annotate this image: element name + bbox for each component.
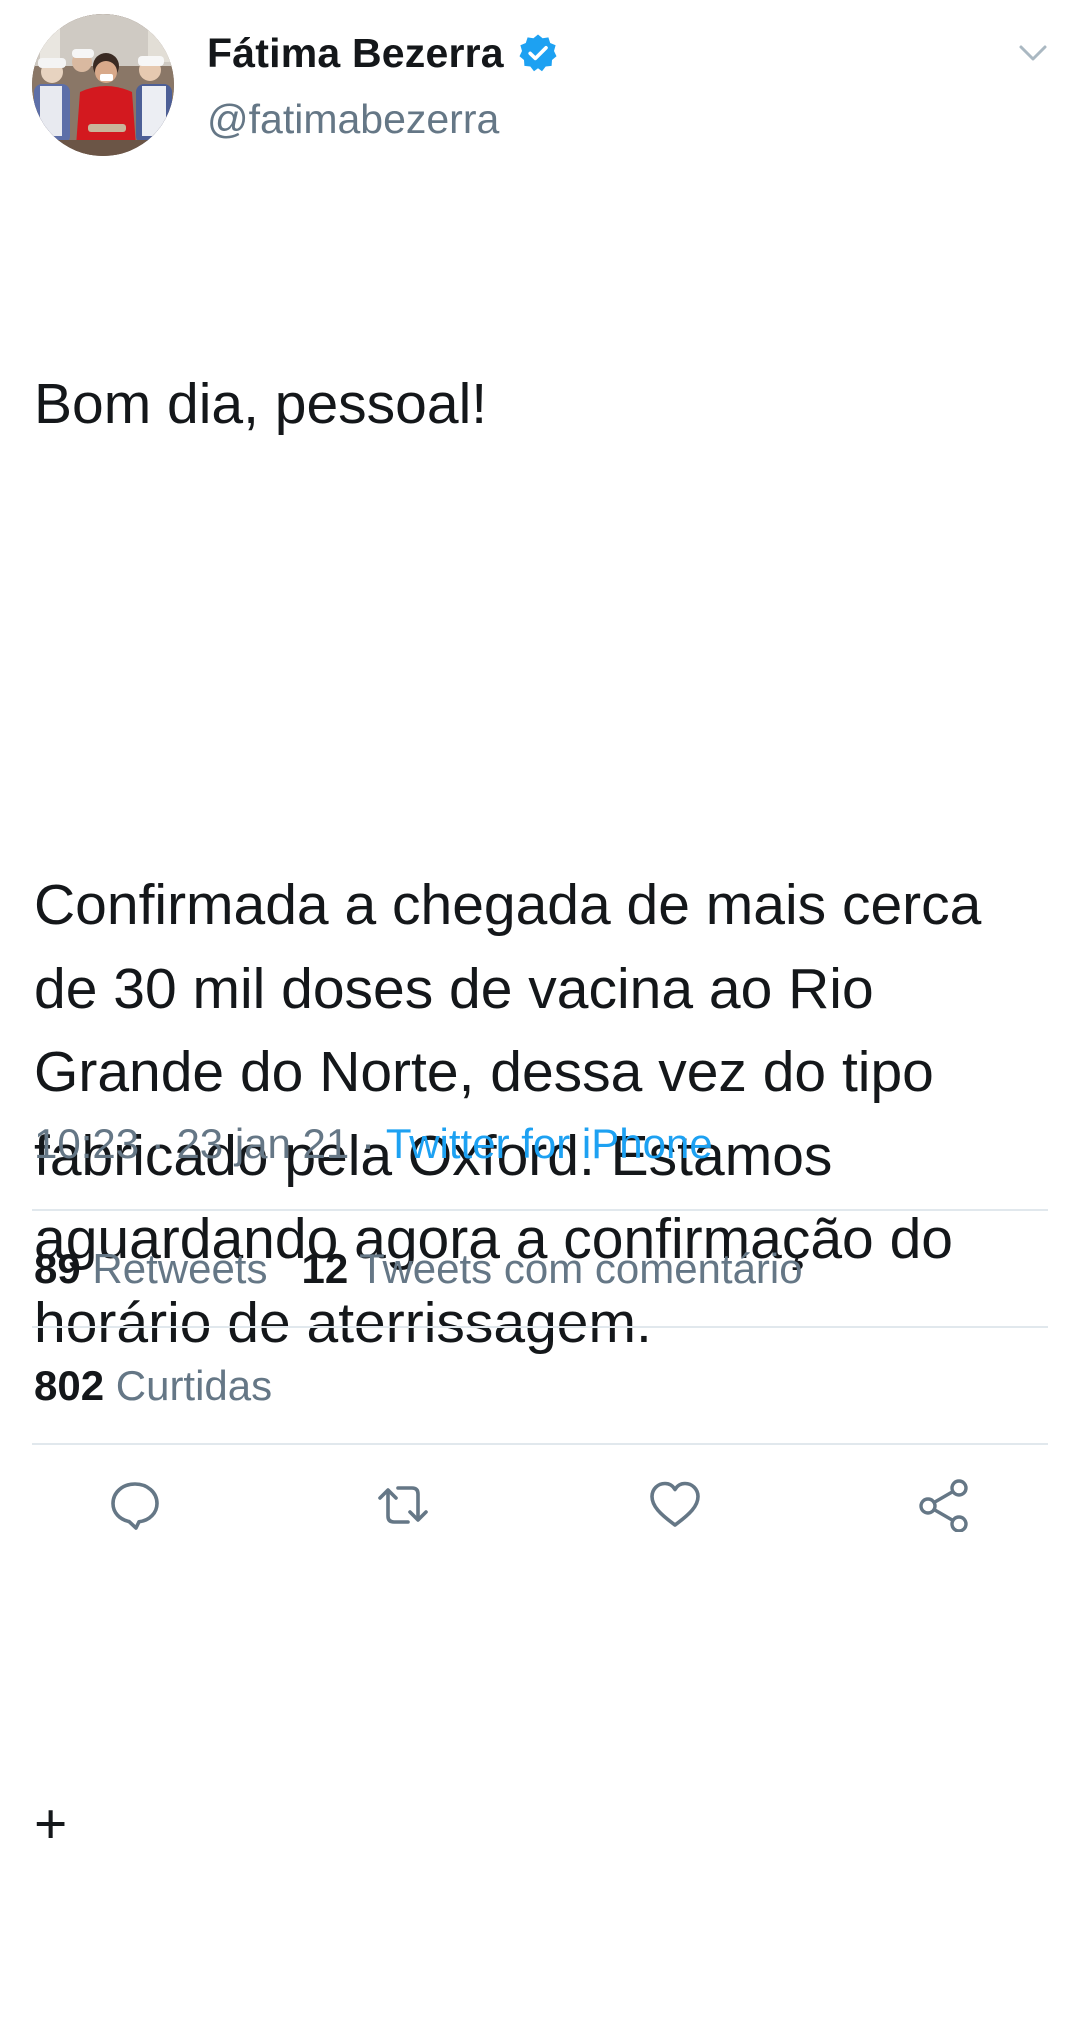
meta-separator: ·	[360, 1120, 375, 1167]
reply-icon[interactable]	[108, 1478, 162, 1532]
tweet-text: Bom dia, pessoal! Confirmada a chegada d…	[34, 196, 1054, 2033]
tweet-paragraph: Bom dia, pessoal!	[34, 372, 488, 436]
tweet-source-link[interactable]: Twitter for iPhone	[386, 1120, 713, 1167]
avatar[interactable]	[32, 14, 174, 156]
author-name-row[interactable]: Fátima Bezerra	[207, 26, 558, 80]
tweet-date: 23 jan 21	[176, 1120, 350, 1167]
author-display-name[interactable]: Fátima Bezerra	[207, 30, 504, 77]
tweet-time: 10:23	[34, 1120, 140, 1167]
retweets-stat[interactable]: 89 Retweets	[34, 1245, 267, 1292]
quote-tweets-stat[interactable]: 12 Tweets com comentário	[301, 1245, 802, 1292]
tweet-detail: Fátima Bezerra @fatimabezerra Bom dia, p…	[0, 0, 1080, 1856]
heart-icon[interactable]	[648, 1478, 702, 1532]
verified-badge-icon	[518, 33, 558, 73]
author-handle[interactable]: @fatimabezerra	[207, 96, 499, 143]
tweet-action-bar	[0, 1470, 1080, 1534]
quote-tweets-count: 12	[301, 1245, 349, 1292]
likes-label: Curtidas	[115, 1362, 273, 1409]
retweets-label: Retweets	[92, 1245, 268, 1292]
retweet-icon[interactable]	[376, 1478, 430, 1532]
share-icon[interactable]	[916, 1478, 970, 1532]
stats-row: 89 Retweets 12 Tweets com comentário	[34, 1245, 803, 1293]
tweet-paragraph: +	[34, 1791, 68, 1856]
divider	[32, 1209, 1048, 1211]
chevron-down-icon[interactable]	[1016, 36, 1050, 70]
divider	[32, 1326, 1048, 1328]
likes-row: 802 Curtidas	[34, 1362, 272, 1410]
retweets-count: 89	[34, 1245, 81, 1292]
likes-count: 802	[34, 1362, 105, 1409]
tweet-meta: 10:23 · 23 jan 21 · Twitter for iPhone	[34, 1120, 713, 1168]
divider	[32, 1443, 1048, 1445]
quote-tweets-label: Tweets com comentário	[359, 1245, 803, 1292]
meta-separator: ·	[150, 1120, 165, 1167]
likes-stat[interactable]: 802 Curtidas	[34, 1362, 272, 1409]
